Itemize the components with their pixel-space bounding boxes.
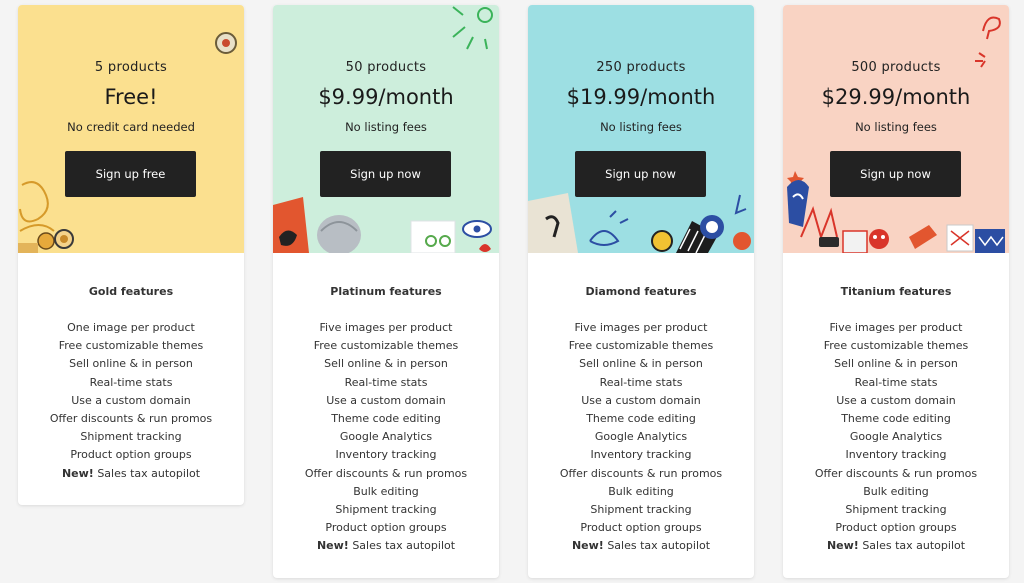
feature-item-new: New! Sales tax autopilot [18, 465, 244, 483]
plan-card-titanium: 500 products $29.99/month No listing fee… [783, 5, 1009, 578]
plan-quantity: 500 products [851, 60, 941, 75]
plan-quantity: 50 products [345, 60, 427, 75]
new-feature-label: Sales tax autopilot [97, 466, 201, 480]
feature-item: Product option groups [835, 521, 957, 535]
plan-note: No credit card needed [67, 120, 195, 134]
feature-item: One image per product [67, 321, 195, 334]
plan-price: $9.99/month [318, 85, 454, 109]
sign-up-now-button[interactable]: Sign up now [575, 151, 706, 197]
feature-item: Real-time stats [854, 375, 938, 389]
feature-item: Bulk editing [608, 484, 674, 498]
feature-item: Theme code editing [586, 412, 696, 426]
feature-item: Free customizable themes [313, 339, 459, 353]
feature-item: Real-time stats [89, 375, 173, 389]
plan-quantity: 5 products [94, 60, 168, 75]
new-badge: New! [571, 539, 604, 553]
feature-item: Sell online & in person [324, 357, 448, 371]
feature-item: Google Analytics [339, 430, 433, 444]
plan-card-gold: 5 products Free! No credit card needed S… [18, 5, 244, 505]
features-title: Titanium features [840, 285, 952, 298]
feature-item: Theme code editing [331, 412, 441, 426]
features-list: Five images per product Free customizabl… [783, 319, 1009, 556]
feature-item: Product option groups [70, 448, 192, 462]
plan-card-platinum: 50 products $9.99/month No listing fees … [273, 5, 499, 578]
feature-item: Free customizable themes [823, 339, 969, 353]
feature-item-new: New! Sales tax autopilot [273, 537, 499, 555]
plan-note: No listing fees [855, 120, 937, 134]
feature-item: Theme code editing [841, 412, 951, 426]
features-title: Platinum features [330, 285, 442, 298]
plan-header: 5 products Free! No credit card needed S… [18, 5, 244, 253]
feature-item: Free customizable themes [568, 339, 714, 353]
plan-note: No listing fees [345, 120, 427, 134]
feature-item-new: New! Sales tax autopilot [783, 537, 1009, 555]
new-feature-label: Sales tax autopilot [607, 539, 711, 553]
feature-item: Inventory tracking [845, 448, 947, 462]
feature-item: Five images per product [829, 321, 963, 334]
feature-item: Real-time stats [599, 375, 683, 389]
plan-price: $19.99/month [566, 85, 716, 109]
features-title: Diamond features [585, 285, 697, 298]
feature-item: Google Analytics [594, 430, 688, 444]
feature-item: Inventory tracking [590, 448, 692, 462]
sign-up-now-button[interactable]: Sign up now [320, 151, 451, 197]
plan-price: Free! [104, 85, 158, 109]
features-list: One image per product Free customizable … [18, 319, 244, 483]
features-title: Gold features [88, 285, 174, 298]
sign-up-now-button[interactable]: Sign up now [830, 151, 961, 197]
feature-item: Inventory tracking [335, 448, 437, 462]
feature-item: Free customizable themes [58, 339, 204, 353]
feature-item: Sell online & in person [69, 357, 193, 371]
feature-item: Shipment tracking [335, 503, 437, 517]
feature-item: Offer discounts & run promos [49, 412, 213, 426]
feature-item: Five images per product [319, 321, 453, 334]
plan-header: 50 products $9.99/month No listing fees … [273, 5, 499, 253]
new-badge: New! [316, 539, 349, 553]
plan-header: 250 products $19.99/month No listing fee… [528, 5, 754, 253]
new-feature-label: Sales tax autopilot [352, 539, 456, 553]
sign-up-free-button[interactable]: Sign up free [65, 151, 196, 197]
feature-item: Product option groups [580, 521, 702, 535]
features-list: Five images per product Free customizabl… [528, 319, 754, 556]
feature-item: Google Analytics [849, 430, 943, 444]
feature-item: Use a custom domain [581, 393, 701, 407]
feature-item: Shipment tracking [845, 503, 947, 517]
feature-item-new: New! Sales tax autopilot [528, 537, 754, 555]
feature-item: Offer discounts & run promos [814, 466, 978, 480]
feature-item: Real-time stats [344, 375, 428, 389]
features-list: Five images per product Free customizabl… [273, 319, 499, 556]
feature-item: Product option groups [325, 521, 447, 535]
new-feature-label: Sales tax autopilot [862, 539, 966, 553]
plan-price: $29.99/month [821, 85, 971, 109]
plan-card-diamond: 250 products $19.99/month No listing fee… [528, 5, 754, 578]
new-badge: New! [826, 539, 859, 553]
feature-item: Bulk editing [353, 484, 419, 498]
feature-item: Sell online & in person [579, 357, 703, 371]
feature-item: Use a custom domain [326, 393, 446, 407]
plan-quantity: 250 products [596, 60, 686, 75]
feature-item: Offer discounts & run promos [559, 466, 723, 480]
feature-item: Use a custom domain [836, 393, 956, 407]
feature-item: Shipment tracking [80, 430, 182, 444]
feature-item: Use a custom domain [71, 393, 191, 407]
plan-note: No listing fees [600, 120, 682, 134]
feature-item: Offer discounts & run promos [304, 466, 468, 480]
plan-header: 500 products $29.99/month No listing fee… [783, 5, 1009, 253]
feature-item: Shipment tracking [590, 503, 692, 517]
new-badge: New! [61, 466, 94, 480]
feature-item: Five images per product [574, 321, 708, 334]
feature-item: Sell online & in person [834, 357, 958, 371]
feature-item: Bulk editing [863, 484, 929, 498]
